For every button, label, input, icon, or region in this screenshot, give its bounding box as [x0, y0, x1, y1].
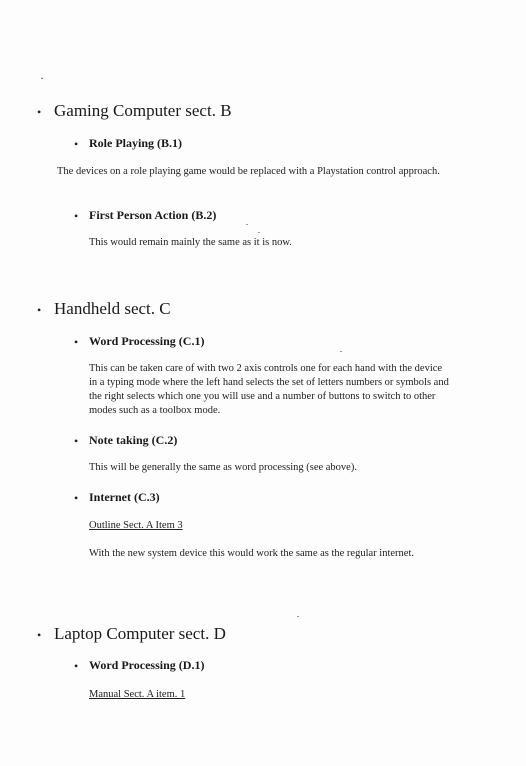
item-title-note-taking: Note taking (C.2): [89, 433, 178, 447]
section-heading-handheld: Handheld sect. C: [54, 299, 171, 318]
stray-bullet-mark: ·: [40, 71, 44, 85]
item-body-word-processing-c1: This can be taken care of with two 2 axi…: [89, 363, 449, 416]
section-heading-laptop: Laptop Computer sect. D: [54, 624, 226, 643]
scan-speck: [258, 232, 260, 233]
item-link-outline-ref[interactable]: Outline Sect. A Item 3: [89, 519, 183, 532]
item-link-manual-ref[interactable]: Manual Sect. A item. 1: [89, 688, 185, 701]
scan-speck: [340, 351, 342, 352]
item-bullet: •: [74, 137, 79, 151]
item-bullet: •: [74, 434, 79, 448]
item-title-first-person-action: First Person Action (B.2): [89, 208, 217, 222]
item-bullet: •: [74, 209, 79, 223]
scan-speck: [246, 224, 248, 225]
section-bullet: •: [37, 105, 42, 119]
item-title-word-processing-d1: Word Processing (D.1): [89, 658, 205, 672]
item-title-word-processing-c1: Word Processing (C.1): [89, 334, 205, 348]
item-body-note-taking: This will be generally the same as word …: [89, 462, 357, 473]
item-bullet: •: [74, 335, 79, 349]
document-page: · • Gaming Computer sect. B • Role Playi…: [0, 0, 526, 766]
item-body-internet: With the new system device this would wo…: [89, 548, 414, 559]
section-heading-gaming: Gaming Computer sect. B: [54, 101, 232, 120]
item-body-role-playing: The devices on a role playing game would…: [57, 166, 440, 177]
item-title-role-playing: Role Playing (B.1): [89, 136, 182, 150]
item-title-internet: Internet (C.3): [89, 490, 160, 504]
item-bullet: •: [74, 659, 79, 673]
section-bullet: •: [37, 303, 42, 317]
item-bullet: •: [74, 491, 79, 505]
item-body-first-person-action: This would remain mainly the same as it …: [89, 237, 292, 248]
section-bullet: •: [37, 628, 42, 642]
scan-speck: [297, 616, 299, 617]
